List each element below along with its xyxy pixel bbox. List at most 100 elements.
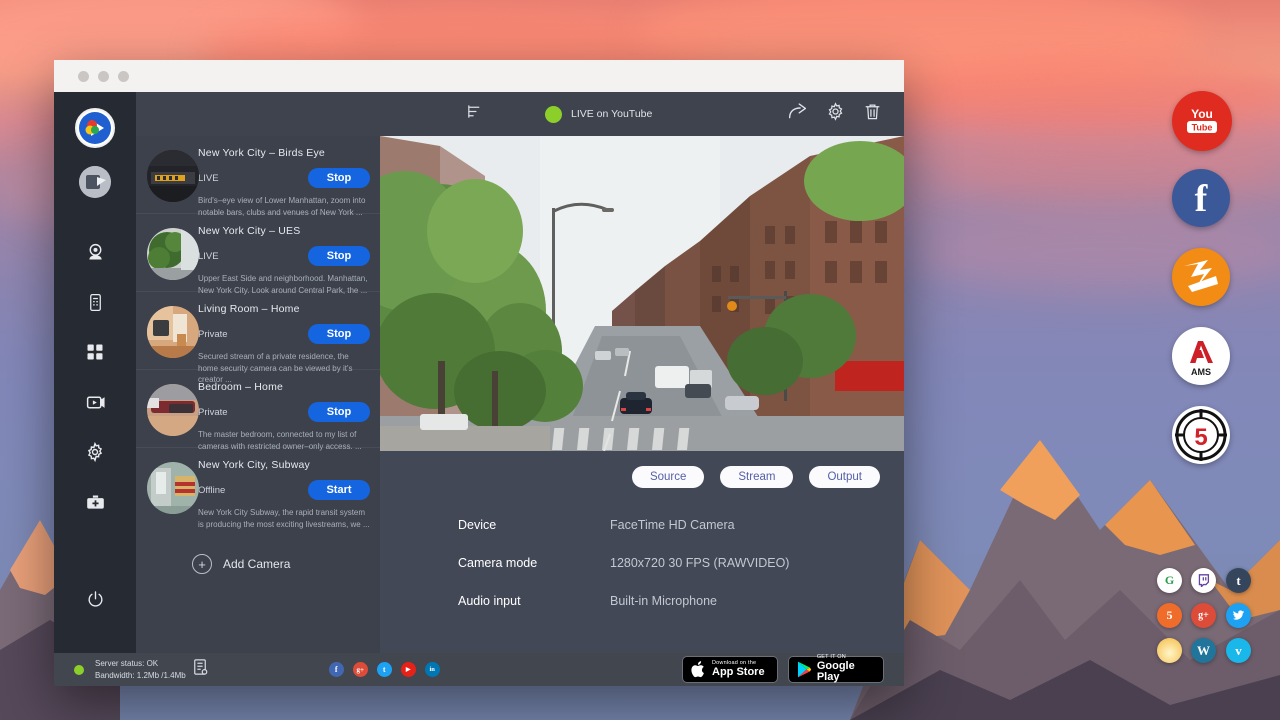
window-body: LIVE on YouTube: [54, 92, 904, 653]
camera-status: Private: [198, 329, 308, 340]
svg-text:You: You: [1191, 107, 1213, 121]
server-status-label: Server status: OK: [95, 658, 186, 670]
dock-icon-target-five[interactable]: 5: [1172, 406, 1230, 464]
gear-icon[interactable]: [826, 102, 845, 126]
sort-icon[interactable]: [466, 103, 483, 125]
social-links: f g+ t ▶ in: [329, 662, 440, 677]
camera-thumbnail: [147, 150, 199, 202]
source-info-table: Device FaceTime HD Camera Camera mode 12…: [380, 488, 904, 632]
detail-tabs: Source Stream Output: [380, 451, 904, 488]
camera-list-item[interactable]: New York City, Subway Offline Start New …: [136, 448, 380, 526]
camera-title: Bedroom – Home: [198, 381, 370, 393]
camera-list-item[interactable]: Bedroom – Home Private Stop The master b…: [136, 370, 380, 448]
live-status-badge: LIVE on YouTube: [545, 106, 652, 123]
camera-thumbnail: [147, 306, 199, 358]
dock-icon-tumblr[interactable]: t: [1226, 568, 1251, 593]
camera-status: LIVE: [198, 173, 308, 184]
toolbar-actions: [787, 101, 882, 127]
plus-circle-icon: +: [192, 554, 212, 574]
minimize-button[interactable]: [98, 71, 109, 82]
camera-thumbnail: [147, 384, 199, 436]
trash-icon[interactable]: [863, 102, 882, 126]
sidebar-item-device[interactable]: [75, 282, 115, 322]
dock-icon-sunrise[interactable]: [1157, 638, 1182, 663]
camera-thumbnail: [147, 462, 199, 514]
add-camera-button[interactable]: + Add Camera: [136, 526, 380, 574]
close-button[interactable]: [78, 71, 89, 82]
user-avatar[interactable]: [79, 166, 111, 198]
google-play-bottom-label: Google Play: [817, 661, 876, 684]
log-document-icon[interactable]: [191, 658, 209, 681]
camera-list: New York City – Birds Eye LIVE Stop Bird…: [136, 136, 380, 653]
google-play-badge[interactable]: GET IT ON Google Play: [788, 656, 884, 683]
linkedin-icon[interactable]: in: [425, 662, 440, 677]
dock-icon-twitter[interactable]: [1226, 603, 1251, 628]
youtube-icon[interactable]: ▶: [401, 662, 416, 677]
info-label: Camera mode: [458, 556, 610, 570]
tab-source[interactable]: Source: [632, 466, 704, 488]
content-columns: New York City – Birds Eye LIVE Stop Bird…: [136, 136, 904, 653]
sidebar-item-video[interactable]: [75, 382, 115, 422]
app-store-badge[interactable]: Download on the App Store: [682, 656, 778, 683]
live-status-label: LIVE on YouTube: [571, 108, 652, 120]
dock-icon-vimeo[interactable]: v: [1226, 638, 1251, 663]
desktop: LIVE on YouTube: [0, 0, 1280, 720]
google-plus-icon[interactable]: g+: [353, 662, 368, 677]
dock-icon-facebook[interactable]: f: [1172, 169, 1230, 227]
bandwidth-label: Bandwidth: 1.2Mb /1.4Mb: [95, 670, 186, 682]
server-status-text: Server status: OK Bandwidth: 1.2Mb /1.4M…: [95, 658, 186, 681]
camera-list-item[interactable]: Living Room – Home Private Stop Secured …: [136, 292, 380, 370]
tab-output[interactable]: Output: [809, 466, 880, 488]
camera-controls: LIVE Stop: [198, 246, 370, 266]
svg-text:AMS: AMS: [1191, 367, 1211, 377]
tab-stream[interactable]: Stream: [720, 466, 793, 488]
dock-icon-smashcast[interactable]: 5: [1157, 603, 1182, 628]
play-triangle-icon: [796, 660, 812, 679]
sidebar-item-camera[interactable]: [75, 232, 115, 272]
camera-description: New York City Subway, the rapid transit …: [198, 507, 370, 530]
camera-list-item[interactable]: New York City – UES LIVE Stop Upper East…: [136, 214, 380, 292]
camera-action-button[interactable]: Stop: [308, 246, 370, 266]
info-value: Built-in Microphone: [610, 594, 717, 608]
info-label: Audio input: [458, 594, 610, 608]
dock-icon-youtube[interactable]: You Tube: [1172, 91, 1232, 151]
info-row: Camera mode 1280x720 30 FPS (RAWVIDEO): [458, 556, 904, 570]
dock-icon-adobe-ams[interactable]: AMS: [1172, 327, 1230, 385]
camera-controls: Private Stop: [198, 402, 370, 422]
sidebar-item-grid[interactable]: [75, 332, 115, 372]
camera-action-button[interactable]: Stop: [308, 324, 370, 344]
dock-icon-wordpress[interactable]: W: [1191, 638, 1216, 663]
info-row: Audio input Built-in Microphone: [458, 594, 904, 608]
svg-text:Tube: Tube: [1192, 123, 1213, 133]
dock-icon-wowza[interactable]: [1172, 248, 1230, 306]
dock-icon-twitch[interactable]: [1191, 568, 1216, 593]
twitter-icon[interactable]: t: [377, 662, 392, 677]
camera-title: New York City, Subway: [198, 459, 370, 471]
camera-list-item[interactable]: New York City – Birds Eye LIVE Stop Bird…: [136, 136, 380, 214]
camera-title: Living Room – Home: [198, 303, 370, 315]
svg-text:5: 5: [1194, 424, 1207, 451]
server-status-indicator: [74, 665, 84, 675]
camera-status: LIVE: [198, 251, 308, 262]
dock-icon-grasshopper[interactable]: G: [1157, 568, 1182, 593]
video-preview[interactable]: [380, 136, 904, 451]
camera-thumbnail: [147, 228, 199, 280]
zoom-button[interactable]: [118, 71, 129, 82]
camera-action-button[interactable]: Start: [308, 480, 370, 500]
app-toolbar: LIVE on YouTube: [136, 92, 904, 136]
camera-status: Private: [198, 407, 308, 418]
sidebar-item-power[interactable]: [75, 579, 115, 619]
main-column: LIVE on YouTube: [136, 92, 904, 653]
app-store-badges: Download on the App Store GET IT ON Goog…: [682, 656, 884, 683]
facebook-icon[interactable]: f: [329, 662, 344, 677]
dock-icon-google-plus[interactable]: g+: [1191, 603, 1216, 628]
app-logo[interactable]: [75, 108, 115, 148]
add-camera-label: Add Camera: [223, 557, 290, 571]
camera-action-button[interactable]: Stop: [308, 168, 370, 188]
camera-action-button[interactable]: Stop: [308, 402, 370, 422]
sidebar-item-toolbox[interactable]: [75, 482, 115, 522]
detail-pane: Source Stream Output Device FaceTime HD …: [380, 136, 904, 653]
share-icon[interactable]: [787, 101, 808, 127]
window-titlebar: [54, 60, 904, 92]
sidebar-item-settings[interactable]: [75, 432, 115, 472]
